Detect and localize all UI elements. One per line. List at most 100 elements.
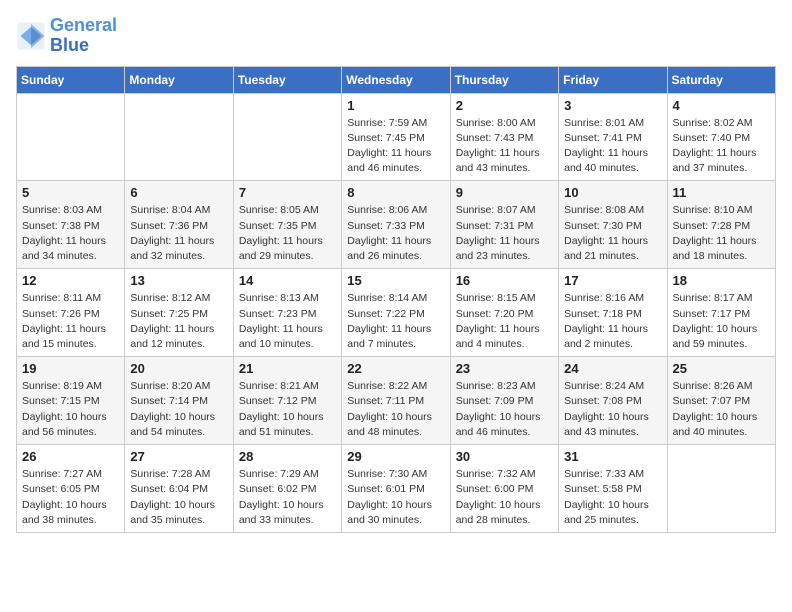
day-number: 15	[347, 273, 444, 288]
day-number: 31	[564, 449, 661, 464]
calendar-cell: 3 Sunrise: 8:01 AMSunset: 7:41 PMDaylight…	[559, 93, 667, 181]
calendar-header: SundayMondayTuesdayWednesdayThursdayFrid…	[17, 66, 776, 93]
page-header: GeneralBlue	[16, 16, 776, 56]
day-number: 9	[456, 185, 553, 200]
calendar-cell: 21Sunrise: 8:21 AMSunset: 7:12 PMDayligh…	[233, 357, 341, 445]
day-info: Sunrise: 8:00 AMSunset: 7:43 PMDaylight:…	[456, 116, 553, 177]
day-info: Sunrise: 7:59 AMSunset: 7:45 PMDaylight:…	[347, 116, 444, 177]
day-header-thursday: Thursday	[450, 66, 558, 93]
day-info: Sunrise: 8:07 AMSunset: 7:31 PMDaylight:…	[456, 203, 553, 264]
day-number: 13	[130, 273, 227, 288]
day-header-saturday: Saturday	[667, 66, 775, 93]
day-number: 23	[456, 361, 553, 376]
day-number: 18	[673, 273, 770, 288]
calendar-body: 1Sunrise: 7:59 AMSunset: 7:45 PMDaylight…	[17, 93, 776, 532]
calendar-cell: 10 Sunrise: 8:08 AMSunset: 7:30 PMDayligh…	[559, 181, 667, 269]
day-info: Sunrise: 7:32 AMSunset: 6:00 PMDaylight:…	[456, 467, 553, 528]
day-info: Sunrise: 8:02 AMSunset: 7:40 PMDaylight:…	[673, 116, 770, 177]
day-number: 6	[130, 185, 227, 200]
day-info: Sunrise: 8:04 AMSunset: 7:36 PMDaylight:…	[130, 203, 227, 264]
day-info: Sunrise: 8:15 AMSunset: 7:20 PMDaylight:…	[456, 291, 553, 352]
day-number: 25	[673, 361, 770, 376]
calendar-cell: 18 Sunrise: 8:17 AMSunset: 7:17 PMDayligh…	[667, 269, 775, 357]
calendar-cell: 5 Sunrise: 8:03 AMSunset: 7:38 PMDaylight…	[17, 181, 125, 269]
calendar-week-5: 26 Sunrise: 7:27 AMSunset: 6:05 PMDayligh…	[17, 445, 776, 533]
day-info: Sunrise: 7:27 AMSunset: 6:05 PMDaylight:…	[22, 467, 119, 528]
calendar-cell: 20 Sunrise: 8:20 AMSunset: 7:14 PMDayligh…	[125, 357, 233, 445]
day-number: 11	[673, 185, 770, 200]
day-info: Sunrise: 8:19 AMSunset: 7:15 PMDaylight:…	[22, 379, 119, 440]
day-number: 4	[673, 98, 770, 113]
day-number: 3	[564, 98, 661, 113]
day-number: 26	[22, 449, 119, 464]
day-number: 12	[22, 273, 119, 288]
logo-text: GeneralBlue	[50, 16, 117, 56]
day-info: Sunrise: 8:08 AMSunset: 7:30 PMDaylight:…	[564, 203, 661, 264]
day-number: 27	[130, 449, 227, 464]
calendar-cell: 29 Sunrise: 7:30 AMSunset: 6:01 PMDayligh…	[342, 445, 450, 533]
day-info: Sunrise: 8:17 AMSunset: 7:17 PMDaylight:…	[673, 291, 770, 352]
day-info: Sunrise: 8:16 AMSunset: 7:18 PMDaylight:…	[564, 291, 661, 352]
day-number: 7	[239, 185, 336, 200]
day-number: 8	[347, 185, 444, 200]
day-number: 5	[22, 185, 119, 200]
calendar-cell: 9 Sunrise: 8:07 AMSunset: 7:31 PMDaylight…	[450, 181, 558, 269]
day-number: 2	[456, 98, 553, 113]
calendar-cell: 8 Sunrise: 8:06 AMSunset: 7:33 PMDaylight…	[342, 181, 450, 269]
calendar-cell	[125, 93, 233, 181]
day-info: Sunrise: 8:13 AMSunset: 7:23 PMDaylight:…	[239, 291, 336, 352]
day-number: 16	[456, 273, 553, 288]
logo-icon	[16, 21, 46, 51]
day-number: 28	[239, 449, 336, 464]
calendar-cell: 13 Sunrise: 8:12 AMSunset: 7:25 PMDayligh…	[125, 269, 233, 357]
day-info: Sunrise: 8:05 AMSunset: 7:35 PMDaylight:…	[239, 203, 336, 264]
calendar-cell: 14Sunrise: 8:13 AMSunset: 7:23 PMDayligh…	[233, 269, 341, 357]
calendar-table: SundayMondayTuesdayWednesdayThursdayFrid…	[16, 66, 776, 533]
day-info: Sunrise: 8:22 AMSunset: 7:11 PMDaylight:…	[347, 379, 444, 440]
day-number: 20	[130, 361, 227, 376]
calendar-cell: 7 Sunrise: 8:05 AMSunset: 7:35 PMDaylight…	[233, 181, 341, 269]
day-info: Sunrise: 8:11 AMSunset: 7:26 PMDaylight:…	[22, 291, 119, 352]
day-info: Sunrise: 8:12 AMSunset: 7:25 PMDaylight:…	[130, 291, 227, 352]
day-info: Sunrise: 8:10 AMSunset: 7:28 PMDaylight:…	[673, 203, 770, 264]
calendar-cell: 23 Sunrise: 8:23 AMSunset: 7:09 PMDayligh…	[450, 357, 558, 445]
calendar-cell: 1Sunrise: 7:59 AMSunset: 7:45 PMDaylight…	[342, 93, 450, 181]
day-info: Sunrise: 8:03 AMSunset: 7:38 PMDaylight:…	[22, 203, 119, 264]
day-info: Sunrise: 8:14 AMSunset: 7:22 PMDaylight:…	[347, 291, 444, 352]
calendar-cell	[667, 445, 775, 533]
day-header-sunday: Sunday	[17, 66, 125, 93]
calendar-week-3: 12 Sunrise: 8:11 AMSunset: 7:26 PMDayligh…	[17, 269, 776, 357]
calendar-cell: 19 Sunrise: 8:19 AMSunset: 7:15 PMDayligh…	[17, 357, 125, 445]
day-info: Sunrise: 8:21 AMSunset: 7:12 PMDaylight:…	[239, 379, 336, 440]
calendar-cell: 27 Sunrise: 7:28 AMSunset: 6:04 PMDayligh…	[125, 445, 233, 533]
day-info: Sunrise: 8:06 AMSunset: 7:33 PMDaylight:…	[347, 203, 444, 264]
calendar-week-2: 5 Sunrise: 8:03 AMSunset: 7:38 PMDaylight…	[17, 181, 776, 269]
day-info: Sunrise: 7:28 AMSunset: 6:04 PMDaylight:…	[130, 467, 227, 528]
day-number: 19	[22, 361, 119, 376]
calendar-cell: 12 Sunrise: 8:11 AMSunset: 7:26 PMDayligh…	[17, 269, 125, 357]
day-number: 24	[564, 361, 661, 376]
calendar-cell: 17Sunrise: 8:16 AMSunset: 7:18 PMDayligh…	[559, 269, 667, 357]
calendar-cell	[233, 93, 341, 181]
day-number: 22	[347, 361, 444, 376]
calendar-cell: 11 Sunrise: 8:10 AMSunset: 7:28 PMDayligh…	[667, 181, 775, 269]
calendar-cell: 2 Sunrise: 8:00 AMSunset: 7:43 PMDaylight…	[450, 93, 558, 181]
calendar-cell: 4 Sunrise: 8:02 AMSunset: 7:40 PMDaylight…	[667, 93, 775, 181]
day-info: Sunrise: 8:20 AMSunset: 7:14 PMDaylight:…	[130, 379, 227, 440]
day-info: Sunrise: 7:33 AMSunset: 5:58 PMDaylight:…	[564, 467, 661, 528]
calendar-week-4: 19 Sunrise: 8:19 AMSunset: 7:15 PMDayligh…	[17, 357, 776, 445]
logo: GeneralBlue	[16, 16, 117, 56]
day-info: Sunrise: 7:29 AMSunset: 6:02 PMDaylight:…	[239, 467, 336, 528]
day-header-wednesday: Wednesday	[342, 66, 450, 93]
day-info: Sunrise: 8:01 AMSunset: 7:41 PMDaylight:…	[564, 116, 661, 177]
day-number: 29	[347, 449, 444, 464]
calendar-cell	[17, 93, 125, 181]
day-header-tuesday: Tuesday	[233, 66, 341, 93]
day-info: Sunrise: 7:30 AMSunset: 6:01 PMDaylight:…	[347, 467, 444, 528]
calendar-cell: 30Sunrise: 7:32 AMSunset: 6:00 PMDayligh…	[450, 445, 558, 533]
day-info: Sunrise: 8:26 AMSunset: 7:07 PMDaylight:…	[673, 379, 770, 440]
day-info: Sunrise: 8:23 AMSunset: 7:09 PMDaylight:…	[456, 379, 553, 440]
calendar-cell: 25 Sunrise: 8:26 AMSunset: 7:07 PMDayligh…	[667, 357, 775, 445]
calendar-cell: 15 Sunrise: 8:14 AMSunset: 7:22 PMDayligh…	[342, 269, 450, 357]
day-number: 10	[564, 185, 661, 200]
